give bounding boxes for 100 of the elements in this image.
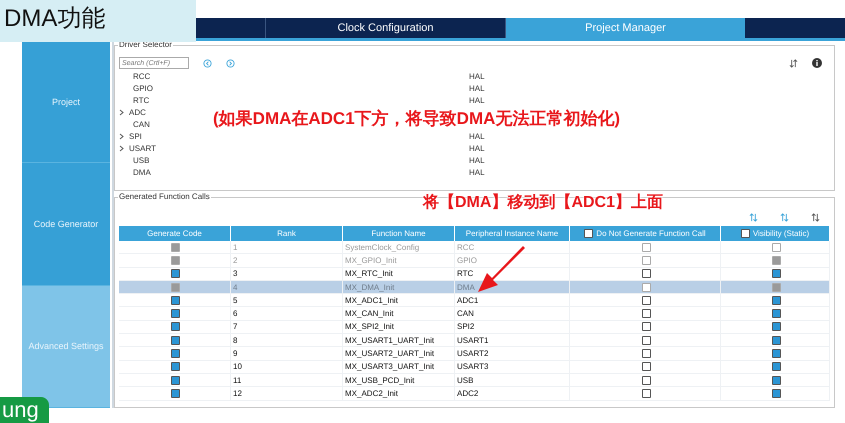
table-cell: RCC [455,241,570,254]
table-cell: 9 [231,347,343,361]
table-cell: CAN [455,307,570,321]
table-cell: SystemClock_Config [343,241,455,254]
annotation-text: (如果DMA在ADC1下方，将导致DMA无法正常初始化) [213,108,620,130]
driver-name: ADC [129,108,146,116]
driver-name: DMA [132,168,151,176]
table-cell: MX_USART2_UART_Init [343,347,455,361]
table-cell: MX_ADC2_Init [343,387,455,401]
table-cell: MX_RTC_Init [343,268,455,281]
table-cell: 1 [231,241,343,254]
table-cell: GPIO [455,254,570,268]
driver-type: HAL [469,156,485,164]
driver-name: USB [132,156,150,164]
sort-icon[interactable] [789,58,798,68]
overlay-title: DMA功能 [0,0,196,42]
sidebar-item[interactable]: Project [22,41,110,164]
checkbox[interactable] [740,229,750,238]
table-cell: 4 [231,280,343,294]
table-cell: 7 [231,320,343,334]
checkbox[interactable] [171,309,180,318]
annotation-text: 将【DMA】移动到【ADC1】上面 [423,192,663,213]
checkbox[interactable] [642,349,650,358]
driver-name: RCC [132,72,150,80]
info-icon[interactable] [812,58,822,68]
column-header[interactable]: Do Not Generate Function Call [570,226,721,241]
column-header[interactable]: Generate Code [119,226,231,241]
checkbox[interactable] [171,322,180,332]
checkbox[interactable] [171,376,180,385]
table-cell: MX_USB_PCD_Init [343,374,455,388]
table-cell: MX_DMA_Init [343,280,455,294]
table-cell: MX_USART3_UART_Init [343,360,455,374]
column-header[interactable]: Rank [231,226,343,241]
table-cell: 6 [231,307,343,321]
table-cell: USART1 [455,334,570,348]
tab[interactable]: Project Manager [505,18,745,38]
table-cell: USB [455,374,570,388]
column-header[interactable]: Peripheral Instance Name [455,226,570,241]
move-up-icon[interactable] [749,212,758,222]
checkbox[interactable] [642,388,650,398]
table-cell: 5 [231,294,343,308]
move-down-icon[interactable] [780,212,789,222]
checkbox[interactable] [772,388,780,398]
forward-icon[interactable] [226,58,235,68]
table-cell: MX_SPI2_Init [343,320,455,334]
column-header[interactable]: Function Name [343,226,455,241]
checkbox[interactable] [772,362,780,372]
expand-icon[interactable] [119,108,125,116]
driver-name: CAN [132,120,150,128]
table-cell: MX_ADC1_Init [343,294,455,308]
sidebar-item[interactable]: Code Generator [22,163,110,286]
checkbox[interactable] [772,349,780,358]
checkbox[interactable] [642,376,650,385]
back-icon[interactable] [203,58,212,68]
table-cell: MX_USART1_UART_Init [343,334,455,348]
checkbox[interactable] [772,296,780,305]
checkbox[interactable] [772,322,780,332]
driver-type: HAL [469,168,485,176]
table-cell: 2 [231,254,343,268]
driver-type: HAL [469,72,485,80]
checkbox[interactable] [171,362,180,372]
sort-icon[interactable] [811,212,820,222]
arrow [476,245,526,293]
checkbox[interactable] [642,296,650,305]
driver-type: HAL [469,144,485,152]
table-cell: USART2 [455,347,570,361]
table-cell: 12 [231,387,343,401]
driver-type: HAL [469,96,485,104]
column-header[interactable]: Visibility (Static) [721,226,830,241]
table-cell: SPI2 [455,320,570,334]
checkbox[interactable] [171,269,180,278]
checkbox[interactable] [171,336,180,345]
table-cell: 10 [231,360,343,374]
driver-name: RTC [132,96,150,104]
table-cell: MX_CAN_Init [343,307,455,321]
table-cell: USART3 [455,360,570,374]
table-cell: MX_GPIO_Init [343,254,455,268]
checkbox[interactable] [642,309,650,318]
checkbox[interactable] [642,322,650,332]
checkbox[interactable] [772,269,780,278]
checkbox[interactable] [642,269,650,278]
table-cell: ADC1 [455,294,570,308]
driver-type: HAL [469,84,485,92]
checkbox[interactable] [171,349,180,358]
table-cell: 3 [231,268,343,281]
checkbox[interactable] [772,336,780,345]
driver-type: HAL [469,132,485,140]
checkbox[interactable] [171,388,180,398]
table-cell: 11 [231,374,343,388]
checkbox[interactable] [772,376,780,385]
driver-name: USART [129,144,156,152]
table-cell: ADC2 [455,387,570,401]
checkbox[interactable] [642,336,650,345]
checkbox[interactable] [584,229,594,238]
checkbox[interactable] [171,296,180,305]
checkbox[interactable] [772,309,780,318]
caption-badge: ung [0,397,49,423]
driver-name: GPIO [132,84,154,92]
driver-name: SPI [129,132,142,140]
checkbox[interactable] [642,362,650,372]
